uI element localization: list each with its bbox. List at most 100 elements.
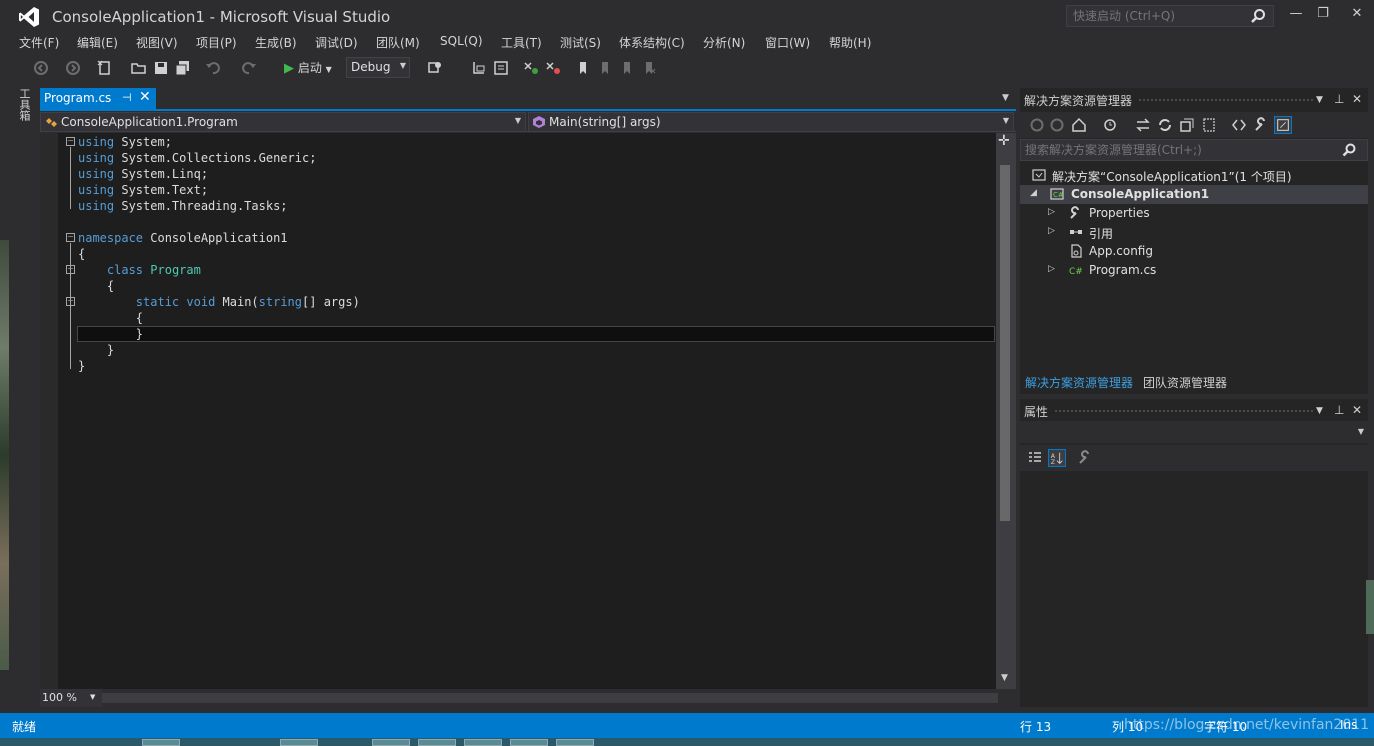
home-icon[interactable] [1070, 116, 1088, 134]
pin-pane-icon[interactable]: ⊥ [1334, 403, 1344, 417]
menu-build[interactable]: 生成(B) [255, 34, 297, 51]
preview-selected-items-icon[interactable] [1274, 116, 1292, 134]
view-code-icon[interactable] [1230, 116, 1248, 134]
editor-vertical-scrollbar[interactable]: ✛ ▼ [996, 133, 1016, 689]
sync-with-active-document-icon[interactable] [1134, 116, 1152, 134]
close-pane-icon[interactable]: ✕ [1352, 403, 1362, 417]
tree-item-references[interactable]: ▷ 引用 [1020, 223, 1368, 242]
zoom-select[interactable]: 100 % ▼ [40, 689, 102, 707]
tab-team-explorer[interactable]: 团队资源管理器 [1143, 374, 1227, 391]
navigate-back-icon[interactable] [32, 59, 50, 77]
pane-grip[interactable] [1054, 409, 1314, 413]
remove-breakpoint-icon[interactable] [544, 59, 562, 77]
redo-icon[interactable] [240, 59, 258, 77]
menu-analyze[interactable]: 分析(N) [703, 34, 745, 51]
menu-project[interactable]: 项目(P) [196, 34, 237, 51]
pin-tab-icon[interactable]: ⊣ [122, 91, 132, 104]
menu-edit[interactable]: 编辑(E) [77, 34, 118, 51]
split-editor-icon[interactable]: ✛ [998, 133, 1010, 149]
menu-tools[interactable]: 工具(T) [501, 34, 542, 51]
menu-test[interactable]: 测试(S) [560, 34, 601, 51]
taskbar-button[interactable] [372, 739, 410, 746]
editor-horizontal-scrollbar[interactable] [102, 693, 998, 703]
open-file-icon[interactable] [130, 59, 148, 77]
menu-help[interactable]: 帮助(H) [829, 34, 871, 51]
tree-item-solution[interactable]: 解决方案“ConsoleApplication1”(1 个项目) [1020, 166, 1368, 185]
taskbar-button[interactable] [510, 739, 548, 746]
code-editor[interactable]: − − − − using System; using System.Collec… [40, 133, 996, 689]
collapsed-arrow-icon[interactable]: ▷ [1048, 264, 1055, 274]
minimize-button[interactable]: — [1284, 6, 1308, 24]
collapse-icon[interactable]: − [66, 297, 75, 306]
menu-sql[interactable]: SQL(Q) [440, 34, 483, 48]
close-window-button[interactable]: ✕ [1345, 6, 1369, 24]
bookmark-icon[interactable] [574, 59, 592, 77]
new-project-icon[interactable] [96, 59, 114, 77]
pane-grip[interactable] [1138, 98, 1314, 102]
back-icon[interactable] [1028, 116, 1046, 134]
menu-team[interactable]: 团队(M) [376, 34, 420, 51]
save-all-icon[interactable] [174, 59, 192, 77]
menu-architecture[interactable]: 体系结构(C) [619, 34, 685, 51]
undo-icon[interactable] [204, 59, 222, 77]
alphabetical-icon[interactable]: AZ [1048, 449, 1066, 467]
next-bookmark-icon[interactable] [618, 59, 636, 77]
pane-menu-icon[interactable]: ▼ [1316, 406, 1323, 416]
taskbar-button[interactable] [142, 739, 180, 746]
clear-bookmarks-icon[interactable] [640, 59, 658, 77]
taskbar-button[interactable] [556, 739, 594, 746]
navigate-forward-icon[interactable] [64, 59, 82, 77]
tab-solution-explorer[interactable]: 解决方案资源管理器 [1025, 374, 1133, 391]
find-in-files-icon[interactable] [426, 59, 444, 77]
refresh-icon[interactable] [1156, 116, 1174, 134]
collapsed-arrow-icon[interactable]: ▷ [1048, 207, 1055, 217]
scrollbar-thumb[interactable] [1000, 165, 1010, 521]
class-dropdown[interactable]: ConsoleApplication1.Program ▼ [40, 112, 526, 132]
save-icon[interactable] [152, 59, 170, 77]
start-debugging-button[interactable]: ▶ 启动 ▼ [284, 59, 332, 77]
collapse-icon[interactable]: − [66, 137, 75, 146]
toolbox-tab[interactable]: 工具箱 [16, 88, 32, 121]
menu-debug[interactable]: 调试(D) [315, 34, 358, 51]
tree-item-properties[interactable]: ▷ Properties [1020, 204, 1368, 223]
taskbar-button[interactable] [280, 739, 318, 746]
menu-file[interactable]: 文件(F) [19, 34, 59, 51]
property-pages-wrench-icon[interactable] [1076, 449, 1094, 467]
forward-icon[interactable] [1048, 116, 1066, 134]
quick-launch-input[interactable] [1066, 5, 1274, 27]
categorized-icon[interactable] [1026, 449, 1044, 467]
restore-button[interactable]: ❐ [1311, 6, 1335, 24]
add-breakpoint-icon[interactable] [522, 59, 540, 77]
menu-window[interactable]: 窗口(W) [765, 34, 810, 51]
pin-pane-icon[interactable]: ⊥ [1334, 92, 1344, 106]
close-tab-icon[interactable]: ✕ [139, 89, 151, 105]
collapse-icon[interactable]: − [66, 265, 75, 274]
solution-explorer-search-input[interactable] [1020, 139, 1368, 161]
taskbar-button[interactable] [464, 739, 502, 746]
solution-configurations-icon[interactable] [470, 59, 488, 77]
pending-changes-filter-icon[interactable] [1102, 116, 1120, 134]
search-icon[interactable] [1250, 8, 1266, 24]
expanded-arrow-icon[interactable]: ◢ [1030, 188, 1037, 198]
previous-bookmark-icon[interactable] [596, 59, 614, 77]
collapsed-arrow-icon[interactable]: ▷ [1048, 226, 1055, 236]
tab-overflow-icon[interactable]: ▼ [1002, 93, 1009, 103]
tree-item-project[interactable]: ◢ C# ConsoleApplication1 [1020, 185, 1368, 204]
member-dropdown[interactable]: Main(string[] args) ▼ [528, 112, 1014, 132]
taskbar-button[interactable] [418, 739, 456, 746]
properties-object-select[interactable]: ▼ [1020, 421, 1368, 443]
scroll-down-icon[interactable]: ▼ [1001, 673, 1008, 683]
properties-wrench-icon[interactable] [1252, 116, 1270, 134]
solution-configuration-select[interactable]: Debug ▼ [346, 57, 410, 78]
close-pane-icon[interactable]: ✕ [1352, 92, 1362, 106]
menu-view[interactable]: 视图(V) [136, 34, 178, 51]
tree-item-app-config[interactable]: App.config [1020, 242, 1368, 261]
collapse-all-icon[interactable] [1178, 116, 1196, 134]
collapse-icon[interactable]: − [66, 233, 75, 242]
show-all-files-icon[interactable] [1200, 116, 1218, 134]
class-view-icon[interactable] [492, 59, 510, 77]
search-icon[interactable] [1342, 143, 1356, 157]
tree-item-program-cs[interactable]: ▷ C# Program.cs [1020, 261, 1368, 280]
pane-menu-icon[interactable]: ▼ [1316, 95, 1323, 105]
tab-program-cs[interactable]: Program.cs ⊣ ✕ [40, 88, 156, 109]
